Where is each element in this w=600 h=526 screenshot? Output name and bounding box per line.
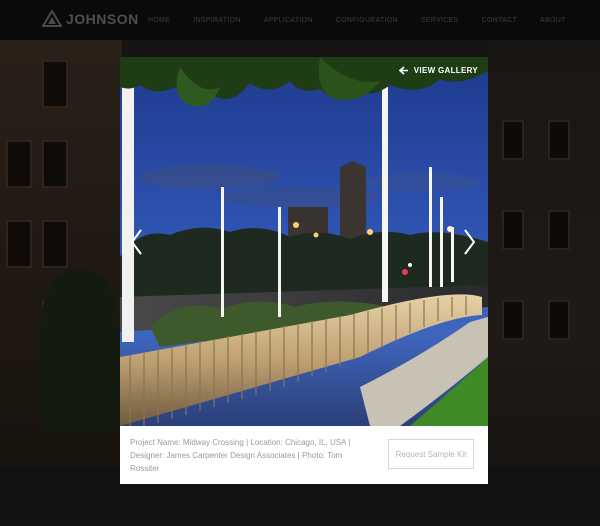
brand-name: JOHNSON — [66, 10, 139, 27]
triangle-logo-icon — [42, 10, 62, 27]
nav-item-application[interactable]: APPLICATION — [264, 17, 313, 24]
view-gallery-link[interactable]: VIEW GALLERY — [398, 66, 478, 75]
project-designer: James Carpenter Design Associates — [166, 451, 296, 460]
nav-item-services[interactable]: SERVICES — [421, 17, 459, 24]
chevron-right-icon — [464, 229, 476, 255]
location-label: Location: — [250, 438, 283, 447]
nav-item-about[interactable]: ABOUT — [540, 17, 566, 24]
project-photo: VIEW GALLERY — [120, 57, 488, 426]
background-window — [548, 120, 570, 160]
nav-item-configuration[interactable]: CONFIGURATION — [336, 17, 398, 24]
background-window — [42, 60, 68, 108]
nav-item-contact[interactable]: CONTACT — [482, 17, 517, 24]
background-window — [548, 210, 570, 250]
project-caption: Project Name: Midway Crossing | Location… — [130, 438, 351, 473]
background-window — [6, 220, 32, 268]
background-window — [502, 300, 524, 340]
next-photo-button[interactable] — [460, 227, 478, 257]
background-building-right — [488, 40, 600, 526]
nav-item-inspiration[interactable]: INSPIRATION — [193, 17, 241, 24]
project-name: Midway Crossing — [182, 438, 244, 447]
background-window — [502, 210, 524, 250]
project-location: Chicago, IL, USA — [285, 438, 346, 447]
project-lightbox: VIEW GALLERY Project Name: Midway Crossi… — [120, 57, 488, 484]
brand-logo[interactable]: JOHNSON — [42, 10, 139, 27]
background-tree — [40, 270, 120, 430]
project-name-label: Project Name: — [130, 438, 181, 447]
background-window — [6, 140, 32, 188]
photo-label: Photo: — [301, 451, 326, 460]
nav-item-home[interactable]: HOME — [148, 17, 170, 24]
main-nav: HOME INSPIRATION APPLICATION CONFIGURATI… — [148, 0, 589, 40]
arrow-left-icon — [398, 66, 408, 75]
background-window — [502, 120, 524, 160]
chevron-left-icon — [130, 229, 142, 255]
background-window — [42, 220, 68, 268]
background-window — [548, 300, 570, 340]
previous-photo-button[interactable] — [128, 227, 146, 257]
background-window — [42, 140, 68, 188]
top-navbar: JOHNSON HOME INSPIRATION APPLICATION CON… — [0, 0, 600, 40]
request-sample-kit-button[interactable]: Request Sample Kit — [388, 439, 474, 469]
view-gallery-label: VIEW GALLERY — [413, 66, 478, 75]
designer-label: Designer: — [130, 451, 165, 460]
